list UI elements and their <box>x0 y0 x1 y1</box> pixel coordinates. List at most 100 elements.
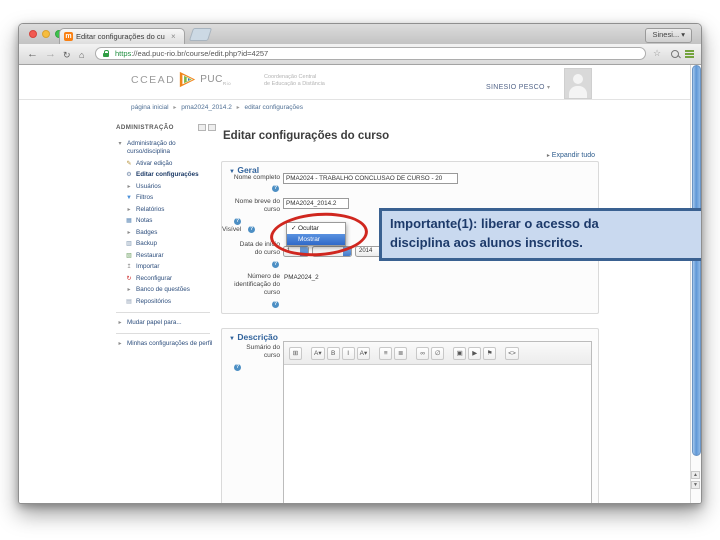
expand-all-link[interactable]: ▸ Expandir tudo <box>547 152 595 159</box>
chevron-right-icon: ▸ <box>127 206 131 213</box>
help-icon[interactable]: ? <box>234 364 241 371</box>
logged-in-user[interactable]: SINESIO PESCO ▾ <box>486 84 550 91</box>
search-icon[interactable] <box>671 50 679 58</box>
help-icon[interactable]: ? <box>272 185 279 192</box>
tab-title: Editar configurações do cu <box>76 32 165 41</box>
unordered-list-icon[interactable]: ≡ <box>379 346 393 360</box>
fullname-input[interactable] <box>283 173 458 184</box>
chevron-right-icon: ▸ <box>127 183 131 190</box>
ccead-logo[interactable]: CCEAD PUCRio <box>131 71 231 88</box>
sidebar-item-users[interactable]: ▸ Usuários <box>116 183 216 191</box>
gear-icon: ⚙ <box>126 172 132 178</box>
user-caret-icon: ▾ <box>547 85 551 91</box>
address-bar[interactable]: https://ead.puc-rio.br/course/edit.php?i… <box>95 47 646 60</box>
chevron-right-icon: ▸ <box>127 287 131 293</box>
scrollbar-up-icon[interactable]: ▲ <box>691 471 700 479</box>
bookmark-star-icon[interactable]: ☆ <box>653 48 661 59</box>
sidebar-item-profile-settings[interactable]: ▸ Minhas configurações de perfil <box>116 340 216 348</box>
toggle-toolbar-icon[interactable]: ⊞ <box>289 346 302 360</box>
user-avatar[interactable] <box>564 68 592 99</box>
breadcrumb-home-link[interactable]: página inicial <box>131 104 169 111</box>
unlink-icon[interactable]: ∅ <box>431 346 445 360</box>
home-icon[interactable]: ⌂ <box>79 48 84 62</box>
idnumber-value[interactable]: PMA2024_2 <box>284 274 319 281</box>
back-icon[interactable]: ← <box>27 47 38 61</box>
help-icon[interactable]: ? <box>272 301 279 308</box>
sidebar-item-import[interactable]: ↥ Importar <box>116 263 216 271</box>
insert-media-icon[interactable]: ▶ <box>468 346 482 360</box>
block-dock-icon[interactable] <box>208 124 216 131</box>
repositories-icon: ▤ <box>126 298 132 305</box>
reload-icon[interactable]: ↻ <box>63 48 71 62</box>
webpage: CCEAD PUCRio Coordenação Central de Educ… <box>19 65 701 503</box>
sidebar-item-repositories[interactable]: ▤ Repositórios <box>116 298 216 306</box>
bold-icon[interactable]: B <box>326 346 340 360</box>
chevron-right-icon: ▸ <box>546 153 550 159</box>
chevron-down-icon: ▼ <box>229 336 235 342</box>
chevron-right-icon: ▸ <box>118 340 122 347</box>
header-divider <box>19 99 701 100</box>
puc-logo-text: PUCRio <box>200 73 232 86</box>
ccead-triangle-logo-icon <box>180 71 196 88</box>
breadcrumb-course-link[interactable]: pma2024_2014.2 <box>181 104 232 111</box>
sidebar-item-reports[interactable]: ▸ Relatórios <box>116 206 216 214</box>
sidebar-item-edit-settings[interactable]: ⚙ Editar configurações <box>116 171 216 179</box>
breadcrumb-current-page[interactable]: editar configurações <box>244 104 303 111</box>
sidebar-item-restore[interactable]: ▧ Restaurar <box>116 252 216 260</box>
editor-text-area[interactable] <box>284 365 591 503</box>
sidebar-item-course-administration[interactable]: ▾ Administração do curso/disciplina <box>116 140 216 156</box>
page-scrollbar[interactable]: ▲ ▼ <box>690 65 701 503</box>
ccead-subtitle: Coordenação Central de Educação a Distân… <box>264 74 325 87</box>
sidebar-divider <box>116 332 210 334</box>
scrollbar-down-icon[interactable]: ▼ <box>691 481 700 489</box>
page-title: Editar configurações do curso <box>223 130 390 142</box>
sidebar-item-backup[interactable]: ▥ Backup <box>116 240 216 248</box>
section-descricao-title[interactable]: ▼ Descrição <box>229 332 278 342</box>
editor-toolbar: ⊞ A▾ B I A▾ ≡ ≣ ∞ ∅ ▣ ▶ ⚑ <> <box>284 342 591 365</box>
breadcrumb-separator-icon: ▸ <box>173 105 177 111</box>
browser-menu-icon[interactable] <box>685 50 694 58</box>
italic-icon[interactable]: I <box>341 346 355 360</box>
sidebar-item-switch-role[interactable]: ▸ Mudar papel para... <box>116 319 216 327</box>
sidebar-item-turn-editing-on[interactable]: ✎ Ativar edição <box>116 160 216 168</box>
sidebar-item-filters[interactable]: ▼ Filtros <box>116 194 216 202</box>
help-icon[interactable]: ? <box>248 226 255 233</box>
minimize-window-button[interactable] <box>42 30 50 38</box>
sidebar-item-question-bank[interactable]: ▸ Banco de questões <box>116 286 216 294</box>
filter-icon: ▼ <box>126 195 132 201</box>
url-text: ://ead.puc-rio.br/course/edit.php?id=425… <box>131 49 269 58</box>
tab-close-icon[interactable]: × <box>171 32 176 41</box>
browser-window: m Editar configurações do cu × Sinesi...… <box>18 23 702 504</box>
insert-image-icon[interactable]: ▣ <box>453 346 467 360</box>
help-icon[interactable]: ? <box>272 261 279 268</box>
section-descricao: ▼ Descrição Sumário do curso ? ⊞ A▾ B I … <box>221 328 599 503</box>
sidebar-item-grades[interactable]: ▦ Notas <box>116 217 216 225</box>
browser-profile-button[interactable]: Sinesi... ▾ <box>645 28 692 43</box>
ordered-list-icon[interactable]: ≣ <box>394 346 408 360</box>
block-move-icon[interactable] <box>198 124 206 131</box>
tab-bar: m Editar configurações do cu × Sinesi...… <box>19 24 701 45</box>
url-scheme: https <box>115 49 132 58</box>
backup-icon: ▥ <box>126 241 132 247</box>
close-window-button[interactable] <box>29 30 37 38</box>
summary-editor[interactable]: ⊞ A▾ B I A▾ ≡ ≣ ∞ ∅ ▣ ▶ ⚑ <> <box>283 341 592 503</box>
link-icon[interactable]: ∞ <box>416 346 430 360</box>
sidebar-item-badges[interactable]: ▸ Badges <box>116 229 216 237</box>
callout-note: Importante(1): liberar o acesso da disci… <box>379 208 701 261</box>
forward-icon[interactable]: → <box>45 47 56 61</box>
manage-files-icon[interactable]: ⚑ <box>483 346 497 360</box>
browser-tab[interactable]: m Editar configurações do cu × <box>59 28 185 44</box>
font-family-icon[interactable]: A▾ <box>311 346 325 360</box>
chevron-right-icon: ▸ <box>127 229 131 236</box>
sidebar-item-reset[interactable]: ↻ Reconfigurar <box>116 275 216 283</box>
fullname-label: Nome completo <box>233 174 280 181</box>
moodle-favicon-icon: m <box>64 32 73 41</box>
administration-block: ADMINISTRAÇÃO ▾ Administração do curso/d… <box>116 124 216 351</box>
reset-icon: ↻ <box>126 275 132 282</box>
new-tab-button[interactable] <box>188 28 213 41</box>
text-color-icon[interactable]: A▾ <box>356 346 371 360</box>
breadcrumb-separator-icon: ▸ <box>236 105 240 111</box>
shortname-input[interactable] <box>283 198 349 209</box>
help-icon[interactable]: ? <box>234 218 241 225</box>
html-code-icon[interactable]: <> <box>505 346 519 360</box>
